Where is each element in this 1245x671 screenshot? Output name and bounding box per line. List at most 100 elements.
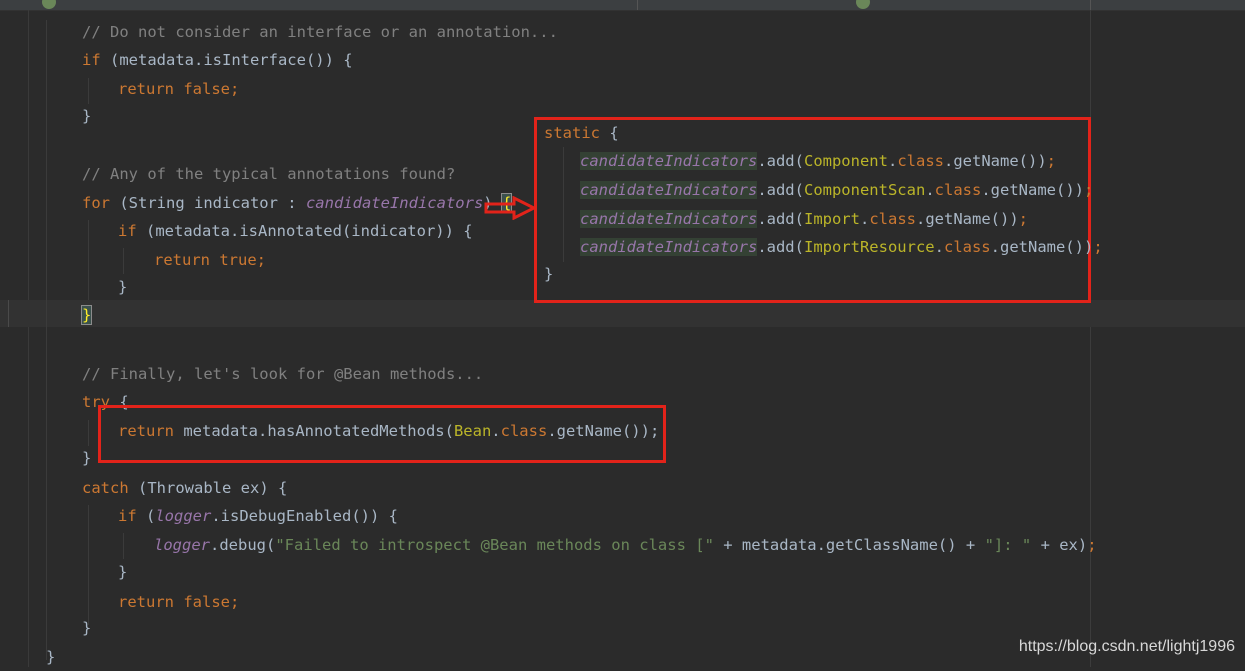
comment: // Do not consider an interface or an an… [82,23,558,41]
callout-line[interactable]: candidateIndicators.add(Component.class.… [580,147,1056,175]
field-reference[interactable]: candidateIndicators [580,238,758,256]
string-literal: "]: " [984,536,1032,554]
keyword: return false [118,80,230,98]
indent-guide [46,20,47,660]
code-line[interactable]: // Any of the typical annotations found? [82,160,455,188]
type-reference[interactable]: ImportResource [804,238,935,256]
code-line[interactable]: } [82,614,91,642]
code-text: } [82,449,92,467]
code-text: } [118,563,128,581]
editor-tab-strip [0,0,1245,11]
indent-guide [123,248,124,274]
code-line[interactable]: if (logger.isDebugEnabled()) { [118,502,398,530]
tab-divider [1090,0,1091,10]
field-reference[interactable]: candidateIndicators [580,181,758,199]
indent-guide [88,420,89,446]
type-reference[interactable]: Import [804,210,860,228]
code-line[interactable]: } [118,558,127,586]
keyword: return true [154,251,257,269]
tab-divider [637,0,638,10]
callout-line[interactable]: static { [544,119,619,147]
code-text: + ex) [1031,536,1088,554]
field-reference[interactable]: candidateIndicators [306,194,483,212]
keyword: class [943,238,991,256]
code-text: ( [136,507,156,525]
field-reference[interactable]: logger [154,536,210,554]
code-text: } [82,107,92,125]
code-text: .debug( [210,536,276,554]
code-line[interactable]: } [82,444,91,472]
indent-guide [88,505,89,625]
code-line[interactable]: return false; [118,75,239,103]
code-text: .add( [757,238,804,256]
semicolon: ; [1087,536,1097,554]
code-text: .isDebugEnabled()) { [211,507,398,525]
semicolon: ; [256,251,266,269]
code-text: . [859,210,870,228]
keyword: if [82,51,101,69]
semicolon: ; [1093,238,1103,256]
indent-guide [88,220,89,300]
watermark: https://blog.csdn.net/lightj1996 [1018,638,1235,655]
field-reference[interactable]: candidateIndicators [580,210,758,228]
semicolon: ; [229,80,240,98]
bean-return-highlight-box [98,405,666,463]
file-tab-icon[interactable] [42,0,56,9]
code-text: (metadata.isAnnotated(indicator)) { [136,222,473,240]
keyword: class [869,210,916,228]
code-text: . [887,152,898,170]
semicolon: ; [1018,210,1028,228]
field-reference[interactable]: logger [155,507,211,525]
callout-line[interactable]: candidateIndicators.add(ComponentScan.cl… [580,176,1093,204]
code-text: } [118,278,128,296]
current-line-highlight [0,300,1245,327]
matched-brace[interactable]: } [80,305,93,325]
field-reference[interactable]: candidateIndicators [580,152,758,170]
code-line[interactable]: } [80,301,93,329]
code-text: . [934,238,944,256]
keyword: static [544,124,600,142]
callout-line[interactable]: candidateIndicators.add(ImportResource.c… [580,233,1103,261]
code-text: } [82,619,92,637]
code-line[interactable]: return false; [118,588,239,616]
code-text: . [925,181,935,199]
code-line[interactable]: // Finally, let's look for @Bean methods… [82,360,483,388]
fold-marker[interactable] [8,300,9,327]
keyword: return false [118,593,230,611]
keyword: for [82,194,110,212]
code-line[interactable]: if (metadata.isInterface()) { [82,46,353,74]
indent-guide [563,147,564,262]
code-text: { [600,124,619,142]
file-tab-icon[interactable] [856,0,870,9]
gutter-divider [28,10,29,667]
type-reference[interactable]: Component [804,152,888,170]
right-margin-guide [1090,10,1091,667]
code-line[interactable]: if (metadata.isAnnotated(indicator)) { [118,217,473,245]
code-line[interactable]: } [82,102,91,130]
callout-line[interactable]: candidateIndicators.add(Import.class.get… [580,205,1028,233]
code-line[interactable]: catch (Throwable ex) { [82,474,287,502]
indent-guide [88,78,89,104]
code-text: .getName()) [944,152,1047,170]
code-line[interactable]: for (String indicator : candidateIndicat… [82,189,513,217]
code-line[interactable]: // Do not consider an interface or an an… [82,18,558,46]
code-text: .getName()) [916,210,1019,228]
keyword: if [118,222,137,240]
code-text: (String indicator : [110,194,306,212]
keyword: catch [82,479,129,497]
keyword: if [118,507,137,525]
code-line[interactable]: logger.debug("Failed to introspect @Bean… [154,531,1097,559]
comment: // Any of the typical annotations found? [82,165,456,183]
keyword: class [934,181,982,199]
code-text: .add( [757,152,804,170]
callout-line[interactable]: } [544,260,553,288]
type-reference[interactable]: ComponentScan [804,181,925,199]
code-text: .add( [757,210,804,228]
code-text: .getName()) [981,181,1084,199]
code-text: (Throwable ex) { [128,479,288,497]
semicolon: ; [1083,181,1094,199]
string-literal: "Failed to introspect @Bean methods on c… [275,536,714,554]
semicolon: ; [1046,152,1056,170]
code-line[interactable]: } [118,273,127,301]
code-line[interactable]: return true; [154,246,266,274]
